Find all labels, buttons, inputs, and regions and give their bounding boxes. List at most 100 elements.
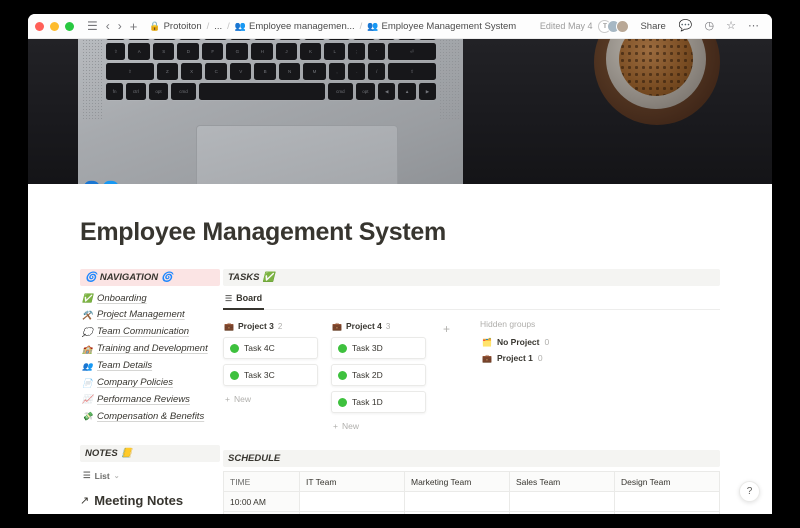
tab-label: Board (236, 293, 263, 303)
board-column-name: Project 3 (237, 321, 274, 331)
hidden-group-label: Project 1 (496, 353, 533, 363)
schedule-cell[interactable] (509, 511, 615, 514)
hidden-group-count: 0 (537, 353, 543, 363)
comment-icon[interactable]: 💬 (675, 19, 697, 34)
add-card-button[interactable]: + New (223, 391, 318, 407)
minimize-button[interactable] (50, 21, 59, 31)
board-column-name: Project 4 (345, 321, 382, 331)
sidebar-item-label: Compensation & Benefits (97, 410, 205, 422)
page-title[interactable]: Employee Management System (80, 218, 720, 247)
hidden-group-no-project[interactable]: 🗂️ No Project 0 (480, 334, 551, 350)
coffee-cup-illustration (594, 39, 720, 125)
column-header-time[interactable]: TIME (223, 471, 300, 492)
history-icon[interactable]: ◷ (701, 19, 719, 34)
favorite-star-icon[interactable]: ☆ (722, 19, 740, 34)
notes-header-label: NOTES (85, 448, 118, 459)
app-window: ☰ ‹ › + 🔒 Protoiton / ... / 👥 Employee m… (28, 14, 772, 514)
column-header-design-team[interactable]: Design Team (614, 471, 720, 492)
avatar-group[interactable]: T (598, 19, 630, 33)
task-status-badge (338, 370, 347, 380)
sidebar-item-performance-reviews[interactable]: 📈 Performance Reviews (80, 391, 220, 408)
notes-section: NOTES 📒 ☰ List ⌄ ↗ Meeting Notes (80, 445, 220, 514)
coffee-liquid (619, 39, 693, 96)
sidebar-toggle-icon[interactable]: ☰ (83, 18, 102, 34)
task-status-badge (230, 370, 239, 380)
column-header-sales-team[interactable]: Sales Team (509, 471, 615, 492)
board-column-count: 2 (277, 321, 283, 331)
keyboard-row: ⇧ A S D F G H J K L; ' ⏎ (106, 43, 436, 60)
keyboard-row: ⇧ Z X C V B N M,. / ⇧ (106, 63, 437, 80)
back-icon[interactable]: ‹ (102, 18, 114, 34)
board-column-header[interactable]: 💼 Project 3 2 (223, 319, 318, 337)
hidden-groups-panel: Hidden groups 🗂️ No Project 0 💼 Project … (467, 319, 551, 366)
sidebar-item-compensation-and-benefits[interactable]: 💸 Compensation & Benefits (80, 408, 220, 425)
task-card[interactable]: Task 4C (223, 337, 318, 359)
keyboard: ~QWERTYUIOP[]\ ⇧ASDFGHJKL;'⏎ ⇧ZXCVBNM,./… (106, 39, 437, 113)
close-button[interactable] (35, 21, 44, 31)
breadcrumb-item-ellipsis[interactable]: ... (210, 19, 226, 34)
page-scroll-area[interactable]: ~QWERTYUIOP[]\ ⇧ASDFGHJKL;'⏎ ⇧ZXCVBNM,./… (28, 39, 772, 514)
schedule-cell[interactable] (509, 491, 615, 512)
notebook-icon: 📒 (120, 448, 133, 459)
edited-timestamp: Edited May 4 (539, 21, 593, 31)
new-page-icon[interactable]: + (126, 18, 142, 35)
sidebar-item-onboarding[interactable]: ✅ Onboarding (80, 290, 220, 307)
column-header-it-team[interactable]: IT Team (299, 471, 405, 492)
schedule-section-header: SCHEDULE (223, 450, 720, 467)
left-column: 🌀 NAVIGATION 🌀 ✅ Onboarding ⚒️ Project M… (80, 269, 220, 514)
tray-icon: 🗂️ (482, 337, 492, 347)
breadcrumb-item-current-page[interactable]: 👥 Employee Management System (363, 19, 520, 34)
add-group-button[interactable]: + (439, 320, 454, 338)
task-card[interactable]: Task 3C (223, 364, 318, 386)
column-header-marketing-team[interactable]: Marketing Team (404, 471, 510, 492)
sidebar-item-label: Onboarding (97, 292, 147, 304)
tab-board[interactable]: ☰ Board (223, 290, 265, 310)
schedule-cell[interactable] (404, 491, 510, 512)
task-card-label: Task 3C (244, 370, 275, 380)
task-card[interactable]: Task 2D (331, 364, 426, 386)
speaker-grille-right (439, 39, 459, 121)
sidebar-item-training-and-development[interactable]: 🏫 Training and Development (80, 341, 220, 358)
add-card-button[interactable]: + New (331, 418, 426, 434)
board-column-header[interactable]: 💼 Project 4 3 (331, 319, 426, 337)
schedule-time-cell[interactable]: 12:00 PM (223, 511, 300, 514)
list-view-selector[interactable]: ☰ List ⌄ (80, 466, 220, 485)
tasks-header-label: TASKS (228, 272, 260, 283)
schedule-cell[interactable] (299, 511, 405, 514)
avatar[interactable] (616, 19, 630, 33)
help-button[interactable]: ? (739, 481, 760, 502)
schedule-cell[interactable] (404, 511, 510, 514)
breadcrumb-item-employee-management[interactable]: 👥 Employee managemen... (231, 19, 359, 34)
schedule-cell[interactable] (299, 491, 405, 512)
task-card[interactable]: Task 1D (331, 391, 426, 413)
school-icon: 🏫 (82, 343, 93, 354)
maximize-button[interactable] (65, 21, 74, 31)
task-status-badge (338, 343, 347, 353)
sidebar-item-team-details[interactable]: 👥 Team Details (80, 358, 220, 375)
schedule-header-label: SCHEDULE (228, 453, 281, 464)
table-row: 10:00 AM (223, 491, 720, 512)
schedule-cell[interactable] (614, 511, 720, 514)
board-column-project-4: 💼 Project 4 3 Task 3D Task 2D Task 1D + … (331, 319, 426, 434)
sidebar-item-company-policies[interactable]: 📄 Company Policies (80, 374, 220, 391)
sidebar-item-project-management[interactable]: ⚒️ Project Management (80, 307, 220, 324)
task-card[interactable]: Task 3D (331, 337, 426, 359)
breadcrumb-label: Employee managemen... (249, 20, 355, 32)
breadcrumb-item-protoiton[interactable]: 🔒 Protoiton (145, 19, 205, 34)
hidden-groups-title: Hidden groups (480, 319, 536, 329)
forward-icon[interactable]: › (114, 18, 126, 34)
hidden-group-project-1[interactable]: 💼 Project 1 0 (480, 350, 551, 366)
share-button[interactable]: Share (635, 19, 670, 34)
page-emoji-icon[interactable]: 👥 (80, 176, 122, 184)
kanban-board: 💼 Project 3 2 Task 4C Task 3C + New 💼 Pr… (223, 319, 720, 434)
schedule-cell[interactable] (614, 491, 720, 512)
table-header-row: TIME IT Team Marketing Team Sales Team D… (223, 471, 720, 492)
note-link-meeting-notes[interactable]: ↗ Meeting Notes (80, 491, 220, 510)
cover-image[interactable]: ~QWERTYUIOP[]\ ⇧ASDFGHJKL;'⏎ ⇧ZXCVBNM,./… (28, 39, 772, 184)
tools-icon: ⚒️ (82, 310, 93, 320)
sidebar-item-team-communication[interactable]: 💭 Team Communication (80, 324, 220, 341)
task-status-badge (230, 343, 239, 353)
schedule-time-cell[interactable]: 10:00 AM (223, 491, 300, 512)
spiral-icon-left: 🌀 (85, 272, 97, 283)
more-options-icon[interactable]: ⋯ (744, 19, 763, 34)
